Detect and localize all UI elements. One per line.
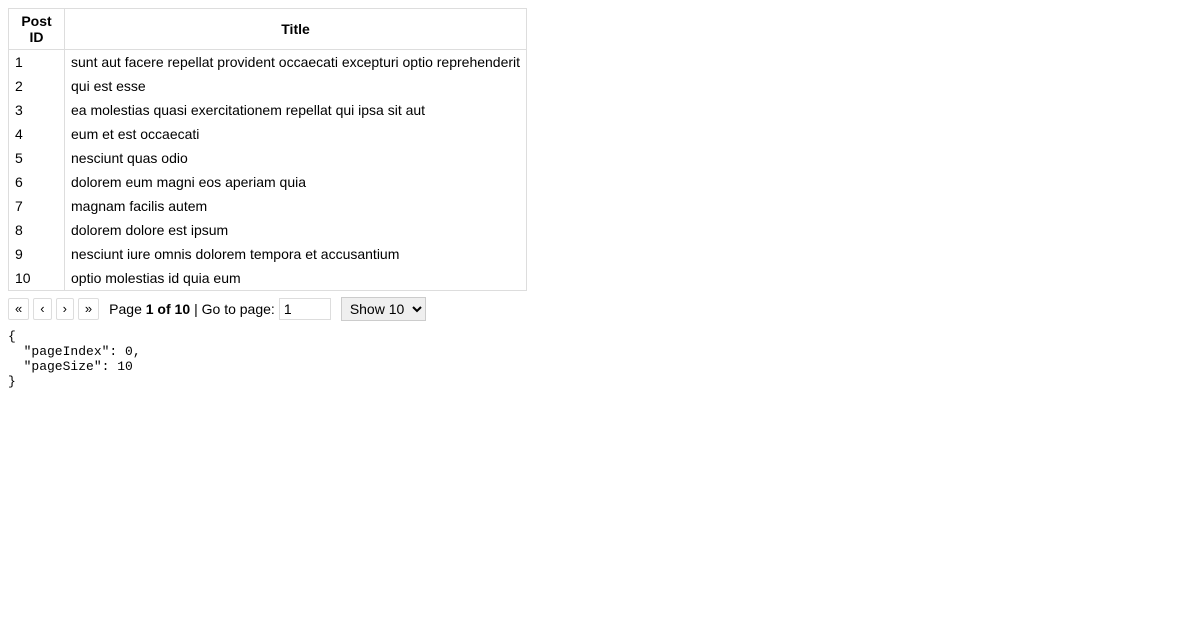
last-page-button[interactable]: » [78,298,99,320]
cell-post-id: 5 [9,146,65,170]
cell-title: sunt aut facere repellat provident occae… [65,50,527,75]
page-size-select[interactable]: Show 10 [341,297,426,321]
page-status-value: 1 of 10 [146,301,190,317]
table-row: 7magnam facilis autem [9,194,527,218]
cell-title: eum et est occaecati [65,122,527,146]
col-header-title: Title [65,9,527,50]
next-page-button[interactable]: › [56,298,74,320]
cell-title: nesciunt quas odio [65,146,527,170]
goto-page-label: | Go to page: [194,301,275,317]
table-row: 9nesciunt iure omnis dolorem tempora et … [9,242,527,266]
cell-post-id: 4 [9,122,65,146]
cell-title: qui est esse [65,74,527,98]
cell-title: nesciunt iure omnis dolorem tempora et a… [65,242,527,266]
cell-title: optio molestias id quia eum [65,266,527,291]
cell-post-id: 2 [9,74,65,98]
cell-title: ea molestias quasi exercitationem repell… [65,98,527,122]
posts-table: Post ID Title 1sunt aut facere repellat … [8,8,527,291]
cell-post-id: 7 [9,194,65,218]
cell-post-id: 1 [9,50,65,75]
cell-post-id: 10 [9,266,65,291]
first-page-button[interactable]: « [8,298,29,320]
table-row: 1sunt aut facere repellat provident occa… [9,50,527,75]
cell-post-id: 6 [9,170,65,194]
cell-post-id: 9 [9,242,65,266]
pagination-bar: « ‹ › » Page 1 of 10 | Go to page: Show … [8,297,1192,321]
table-row: 6dolorem eum magni eos aperiam quia [9,170,527,194]
page-prefix: Page [109,301,146,317]
table-row: 5nesciunt quas odio [9,146,527,170]
cell-title: dolorem eum magni eos aperiam quia [65,170,527,194]
table-row: 10optio molestias id quia eum [9,266,527,291]
table-row: 8dolorem dolore est ipsum [9,218,527,242]
table-row: 2qui est esse [9,74,527,98]
col-header-post-id: Post ID [9,9,65,50]
cell-title: dolorem dolore est ipsum [65,218,527,242]
cell-post-id: 8 [9,218,65,242]
debug-state-output: { "pageIndex": 0, "pageSize": 10 } [8,329,1192,389]
goto-page-input[interactable] [279,298,331,320]
page-status: Page 1 of 10 [109,301,190,317]
table-row: 3ea molestias quasi exercitationem repel… [9,98,527,122]
prev-page-button[interactable]: ‹ [33,298,51,320]
cell-post-id: 3 [9,98,65,122]
table-row: 4eum et est occaecati [9,122,527,146]
cell-title: magnam facilis autem [65,194,527,218]
